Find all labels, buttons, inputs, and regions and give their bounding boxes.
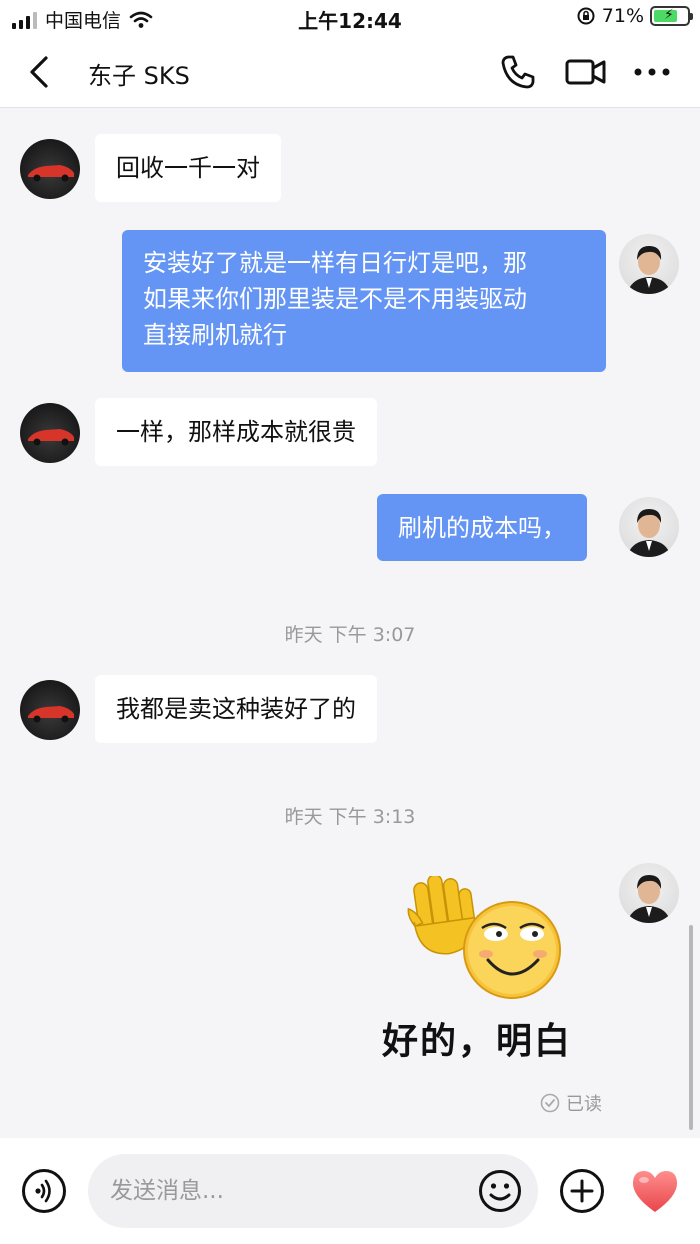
message-bubble-outgoing[interactable]: 刷机的成本吗， (377, 494, 587, 561)
like-button[interactable] (630, 1168, 680, 1218)
message-input[interactable] (88, 1154, 538, 1228)
video-call-button[interactable] (564, 52, 608, 92)
more-icon (634, 68, 670, 76)
back-button[interactable] (22, 52, 62, 92)
voice-call-button[interactable] (496, 52, 540, 92)
status-bar-right: 71% ⚡ (576, 5, 693, 27)
back-arrow-icon (30, 56, 48, 88)
voice-input-button[interactable] (22, 1169, 66, 1213)
message-input-bar (0, 1138, 700, 1244)
contact-avatar[interactable] (20, 139, 80, 199)
message-text-line: 安装好了就是一样有日行灯是吧，那 (143, 249, 527, 277)
check-circle-icon (540, 1093, 560, 1113)
add-button[interactable] (560, 1169, 604, 1213)
emoji-icon (479, 1170, 521, 1212)
signal-icon (12, 11, 37, 29)
scrollbar[interactable] (689, 925, 693, 1130)
message-bubble-incoming[interactable]: 我都是卖这种装好了的 (95, 675, 377, 743)
battery-percent: 71% (601, 5, 644, 27)
wifi-icon (129, 11, 153, 28)
rotation-lock-icon (577, 7, 595, 25)
chat-title: 东子 SKS (88, 62, 190, 90)
my-avatar[interactable] (619, 497, 679, 557)
status-bar: 中国电信 上午12:44 71% ⚡ (0, 0, 700, 36)
add-icon (570, 1179, 594, 1203)
message-text-line: 直接刷机就行 (143, 321, 287, 349)
message-text-line: 如果来你们那里装是不是不用装驱动 (143, 285, 527, 313)
my-avatar[interactable] (619, 234, 679, 294)
more-button[interactable] (630, 52, 674, 92)
message-text: 一样，那样成本就很贵 (116, 418, 356, 446)
battery-icon: ⚡ (650, 6, 693, 26)
carrier-name: 中国电信 (45, 10, 122, 32)
video-camera-icon (565, 59, 606, 85)
timestamp-divider: 昨天 下午 3:07 (284, 624, 416, 646)
contact-avatar[interactable] (20, 680, 80, 740)
chat-header: 东子 SKS (0, 36, 700, 108)
voice-icon (35, 1179, 51, 1203)
timestamp-divider: 昨天 下午 3:13 (284, 806, 416, 828)
status-bar-left: 中国电信 (12, 6, 153, 33)
waving-hand-smiley-sticker-icon (407, 874, 561, 999)
contact-avatar[interactable] (20, 403, 80, 463)
message-text: 我都是卖这种装好了的 (116, 695, 356, 723)
heart-icon (632, 1171, 678, 1212)
emoji-button[interactable] (478, 1169, 522, 1213)
phone-icon (501, 55, 535, 89)
message-bubble-incoming[interactable]: 回收一千一对 (95, 134, 281, 202)
message-bubble-outgoing[interactable]: 安装好了就是一样有日行灯是吧，那 如果来你们那里装是不是不用装驱动 直接刷机就行 (122, 230, 606, 372)
message-bubble-incoming[interactable]: 一样，那样成本就很贵 (95, 398, 377, 466)
read-receipt: 已读 (540, 1090, 602, 1116)
message-text: 回收一千一对 (116, 154, 260, 182)
sticker-caption: 好的，明白 (382, 1021, 573, 1062)
message-text: 刷机的成本吗， (398, 514, 566, 542)
read-status-text: 已读 (566, 1094, 602, 1115)
my-avatar[interactable] (619, 863, 679, 923)
